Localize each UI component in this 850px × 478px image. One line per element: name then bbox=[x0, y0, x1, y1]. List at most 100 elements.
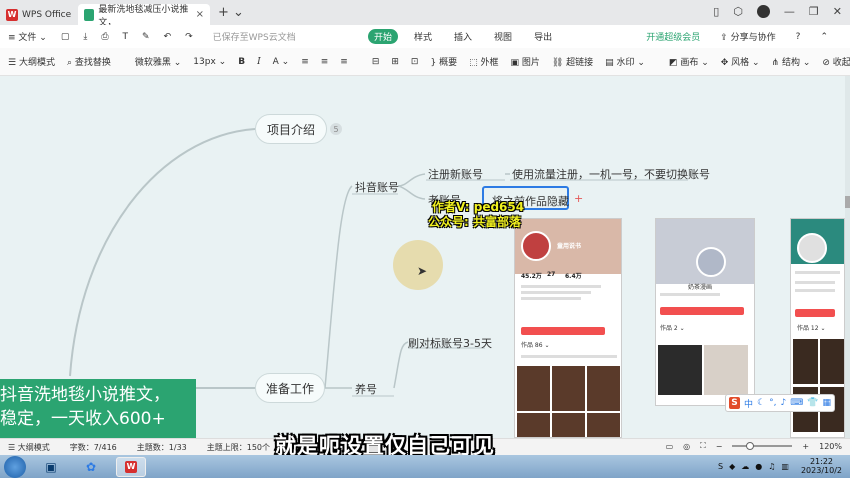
tab-view[interactable]: 视图 bbox=[488, 29, 518, 44]
add-node-icon[interactable]: + bbox=[574, 192, 583, 205]
layout-icon[interactable]: ▯ bbox=[713, 5, 719, 18]
mic-icon[interactable]: ♪ bbox=[781, 398, 787, 408]
structure-button[interactable]: ⋔ 结构 ⌄ bbox=[772, 55, 811, 68]
file-menu[interactable]: ≡ 文件 ⌄ bbox=[8, 30, 47, 43]
zoom-in-icon[interactable]: + bbox=[802, 442, 809, 451]
avatar[interactable] bbox=[756, 5, 770, 18]
summary-button[interactable]: } 概要 bbox=[430, 55, 457, 68]
style-button[interactable]: ✥ 风格 ⌄ bbox=[721, 55, 760, 68]
help-icon[interactable]: ? bbox=[796, 32, 801, 42]
node-benchmark[interactable]: 刷对标账号3-5天 bbox=[408, 335, 492, 351]
follow-button bbox=[660, 307, 744, 315]
insert-parent-icon[interactable]: ⊡ bbox=[411, 57, 419, 67]
export-icon[interactable]: ⤓ bbox=[83, 32, 87, 42]
sogou-tray-icon[interactable]: S bbox=[718, 462, 723, 471]
network-icon[interactable]: ▥ bbox=[781, 462, 789, 471]
minimize-icon[interactable]: — bbox=[784, 5, 795, 18]
tab-style[interactable]: 样式 bbox=[408, 29, 438, 44]
node-project-intro-label: 项目介绍 bbox=[266, 122, 315, 137]
bold-button[interactable]: B bbox=[238, 57, 245, 67]
node-raise-account[interactable]: 养号 bbox=[355, 381, 377, 397]
find-replace-button[interactable]: ⌕ 查找替换 bbox=[67, 55, 111, 68]
vertical-scrollbar[interactable] bbox=[845, 76, 850, 438]
mindmap-canvas[interactable]: 项目介绍 5 准备工作 抖音账号 注册新账号 使用流量注册，一机一号，不要切换账… bbox=[0, 76, 845, 438]
node-register[interactable]: 注册新账号 bbox=[428, 166, 483, 182]
undo-icon[interactable]: ↶ bbox=[164, 32, 172, 42]
print-icon[interactable]: ⎙ bbox=[101, 32, 108, 42]
insert-child-icon[interactable]: ⊟ bbox=[372, 57, 380, 67]
zoom-slider-knob[interactable] bbox=[746, 442, 755, 450]
start-button-icon[interactable] bbox=[4, 455, 26, 478]
save-icon[interactable]: ▢ bbox=[61, 32, 70, 42]
font-name-select[interactable]: 微软雅黑 ⌄ bbox=[135, 55, 181, 68]
moon-icon[interactable]: ☾ bbox=[757, 398, 765, 408]
restore-icon[interactable]: ❐ bbox=[809, 5, 819, 18]
profile-avatar bbox=[797, 233, 827, 263]
hyperlink-button[interactable]: ⛓ 超链接 bbox=[552, 55, 593, 68]
insert-sibling-icon[interactable]: ⊞ bbox=[391, 57, 399, 67]
shirt-icon[interactable]: 👕 bbox=[807, 398, 818, 408]
font-size-select[interactable]: 13px ⌄ bbox=[193, 57, 226, 67]
align-center-icon[interactable]: ≡ bbox=[321, 57, 329, 67]
align-right-icon[interactable]: ≡ bbox=[340, 57, 348, 67]
close-window-icon[interactable]: ✕ bbox=[833, 5, 842, 18]
summary-icon: } bbox=[430, 58, 440, 68]
cube-icon[interactable]: ⬡ bbox=[733, 5, 743, 18]
zoom-out-icon[interactable]: − bbox=[716, 442, 723, 451]
hyperlink-label: 超链接 bbox=[566, 58, 594, 68]
punctuation-icon[interactable]: °, bbox=[769, 398, 776, 408]
ime-toolbar[interactable]: S 中 ☾ °, ♪ ⌨ 👕 ▦ bbox=[725, 394, 835, 412]
close-tab-icon[interactable]: × bbox=[196, 9, 204, 20]
wechat-icon[interactable]: ● bbox=[755, 462, 762, 471]
fullscreen-icon[interactable]: ⛶ bbox=[700, 441, 706, 451]
redo-icon[interactable]: ↷ bbox=[185, 32, 193, 42]
volume-icon[interactable]: ♫ bbox=[768, 462, 775, 471]
cloud-icon[interactable]: ☁ bbox=[741, 462, 749, 471]
tab-wps-office[interactable]: W WPS Office bbox=[0, 4, 78, 25]
tab-export[interactable]: 导出 bbox=[528, 29, 558, 44]
italic-button[interactable]: I bbox=[257, 57, 261, 67]
collapse-badge[interactable]: 5 bbox=[330, 123, 342, 135]
taskbar-app-chat[interactable]: ✿ bbox=[76, 457, 106, 477]
shield-icon[interactable]: ◆ bbox=[729, 462, 735, 471]
node-register-desc[interactable]: 使用流量注册，一机一号，不要切换账号 bbox=[512, 166, 710, 182]
new-tab-button[interactable]: + ⌄ bbox=[218, 5, 244, 20]
tab-insert[interactable]: 插入 bbox=[448, 29, 478, 44]
watermark-button[interactable]: ▤ 水印 ⌄ bbox=[605, 55, 645, 68]
root-node[interactable]: 抖音洗地毯小说推文， 稳定，一天收入600+ bbox=[0, 379, 196, 438]
monitor-icon: ▣ bbox=[45, 459, 57, 474]
collapse-button[interactable]: ⊘ 收起 ⌄ bbox=[822, 55, 850, 68]
status-outline-mode[interactable]: ☰ 大纲模式 bbox=[8, 442, 50, 453]
vip-button[interactable]: 开通超级会员 bbox=[646, 30, 700, 43]
filter-row bbox=[521, 355, 617, 358]
tab-document-label: 最新洗地毯减压小说推文， bbox=[98, 4, 189, 28]
ime-language[interactable]: 中 bbox=[744, 397, 753, 410]
canvas-button[interactable]: ◩ 画布 ⌄ bbox=[669, 55, 709, 68]
zoom-slider[interactable] bbox=[732, 442, 793, 450]
outline-mode-button[interactable]: ☰ 大纲模式 bbox=[8, 55, 55, 68]
node-project-intro[interactable]: 项目介绍 bbox=[255, 114, 327, 144]
image-button[interactable]: ▣ 图片 bbox=[510, 55, 539, 68]
summary-label: 概要 bbox=[439, 58, 458, 68]
center-icon[interactable]: ◎ bbox=[683, 442, 690, 451]
clock[interactable]: 21:22 2023/10/2 bbox=[801, 457, 842, 475]
tab-start[interactable]: 开始 bbox=[368, 29, 399, 44]
share-button[interactable]: ⇪ 分享与协作 bbox=[720, 30, 775, 43]
taskbar-app-monitor[interactable]: ▣ bbox=[36, 457, 66, 477]
tab-document[interactable]: 最新洗地毯减压小说推文， × bbox=[78, 4, 210, 28]
node-prepare[interactable]: 准备工作 bbox=[255, 373, 325, 403]
eraser-icon[interactable]: ✎ bbox=[142, 32, 150, 42]
format-painter-icon[interactable]: T bbox=[123, 32, 129, 42]
font-color-button[interactable]: A ⌄ bbox=[273, 57, 290, 67]
fit-icon[interactable]: ▭ bbox=[666, 442, 674, 451]
node-douyin-account[interactable]: 抖音账号 bbox=[355, 179, 399, 195]
grid-icon[interactable]: ▦ bbox=[822, 398, 831, 408]
align-left-icon[interactable]: ≡ bbox=[301, 57, 309, 67]
tab-wps-label: WPS Office bbox=[22, 9, 72, 20]
keyboard-icon[interactable]: ⌨ bbox=[790, 398, 803, 408]
profile-avatar bbox=[696, 247, 726, 277]
scrollbar-thumb[interactable] bbox=[845, 196, 850, 208]
collapse-ribbon-icon[interactable]: ⌃ bbox=[820, 32, 828, 42]
frame-button[interactable]: ⬚ 外框 bbox=[469, 55, 498, 68]
taskbar-app-wps[interactable]: W bbox=[116, 456, 146, 477]
